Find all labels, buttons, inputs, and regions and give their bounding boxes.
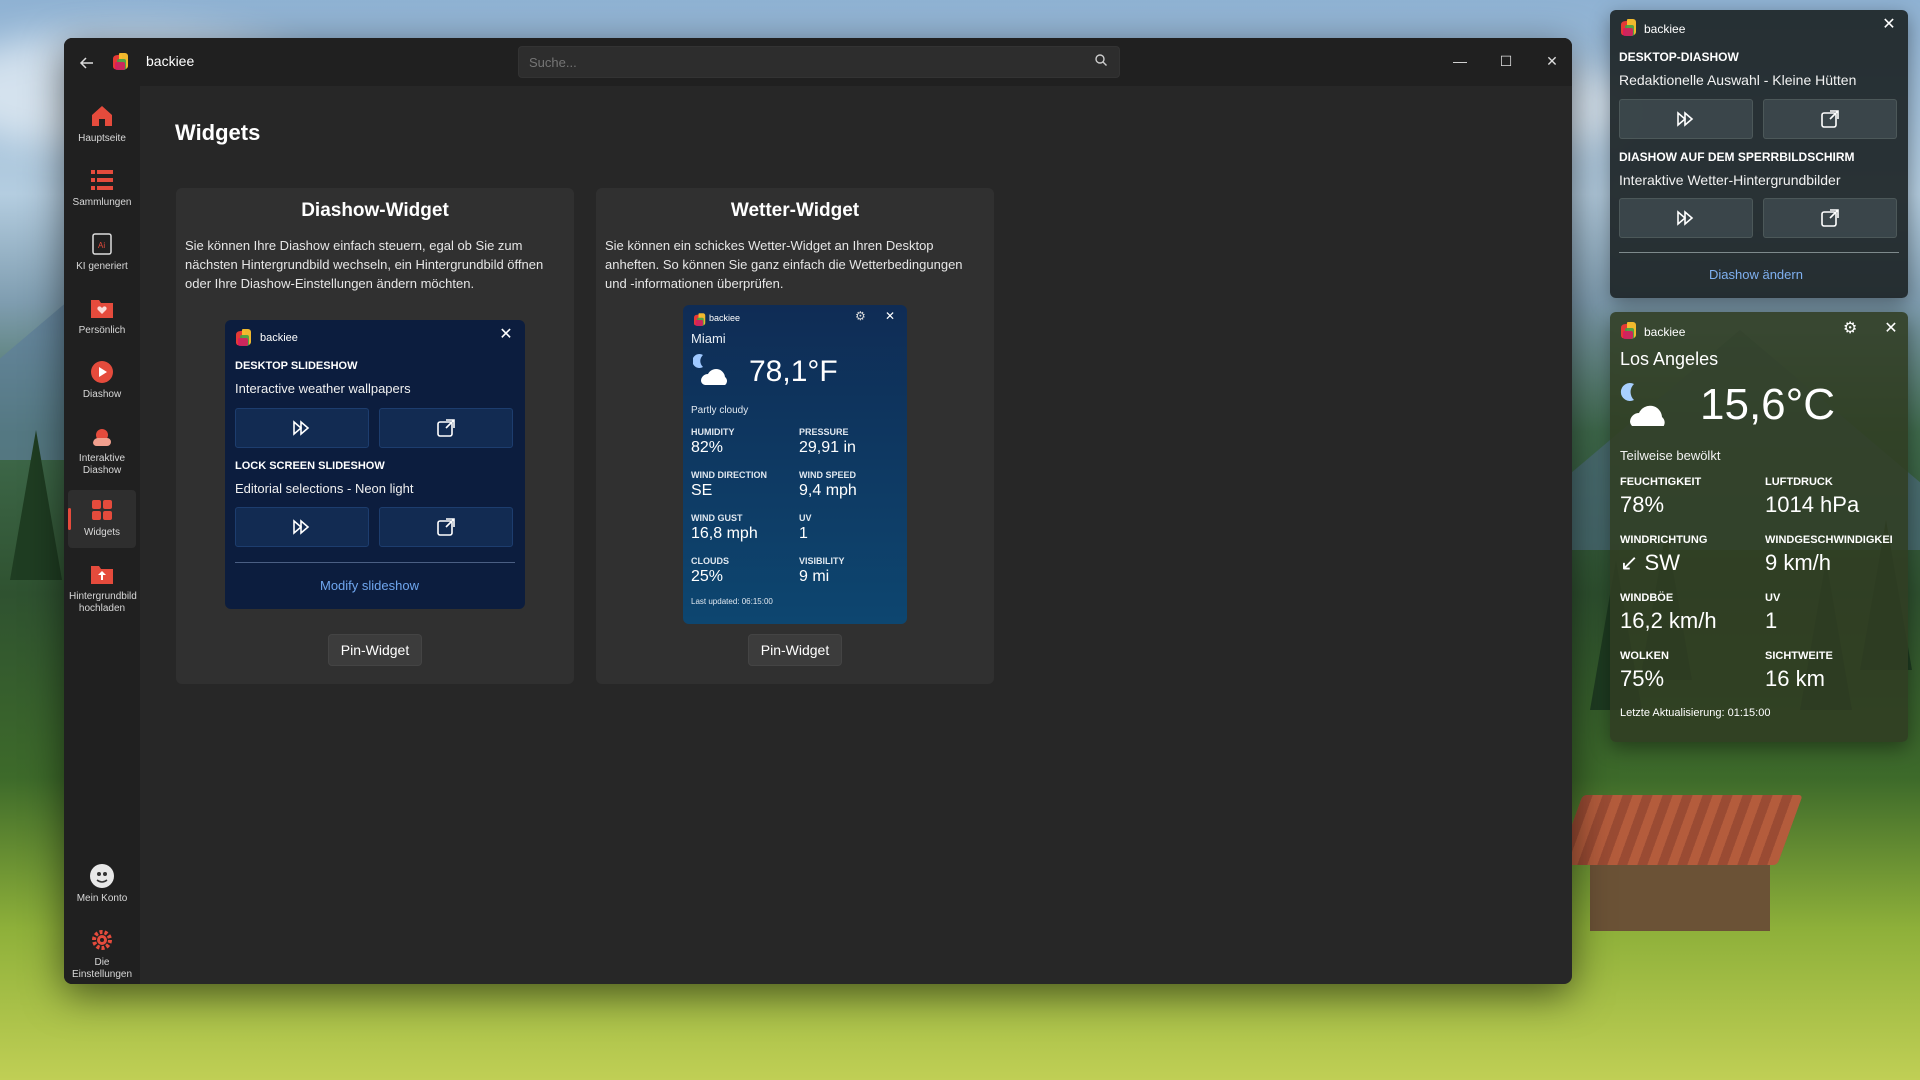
- folder-heart-icon: [88, 294, 116, 322]
- desktop-weather-widget: backiee ⚙ ✕ Los Angeles 15,6°C Teilweise…: [1610, 312, 1908, 742]
- close-icon[interactable]: ✕: [1880, 15, 1898, 33]
- hut-image: [1557, 795, 1803, 935]
- external-link-icon: [437, 518, 455, 536]
- sidebar: Hauptseite Sammlungen Ai KI generiert Pe…: [64, 86, 140, 984]
- divider: [235, 562, 515, 563]
- sidebar-item-collections[interactable]: Sammlungen: [68, 160, 136, 218]
- card-description: Sie können ein schickes Wetter-Widget an…: [605, 238, 963, 291]
- sidebar-item-personal[interactable]: Persönlich: [68, 288, 136, 346]
- pin-slideshow-widget-button[interactable]: Pin-Widget: [328, 634, 422, 666]
- gear-icon[interactable]: ⚙: [1843, 318, 1857, 338]
- partly-cloudy-night-icon: [1620, 382, 1676, 431]
- pin-weather-widget-button[interactable]: Pin-Widget: [748, 634, 842, 666]
- ai-icon: Ai: [88, 230, 116, 258]
- desktop-slideshow-widget: backiee ✕ DESKTOP-DIASHOW Redaktionelle …: [1610, 10, 1908, 298]
- minimize-button[interactable]: —: [1440, 46, 1480, 76]
- avatar-icon: [88, 862, 116, 890]
- weather-icon: [88, 422, 116, 450]
- maximize-button[interactable]: ☐: [1486, 46, 1526, 76]
- fast-forward-icon: [1677, 111, 1694, 127]
- external-link-icon: [1821, 209, 1839, 227]
- backiee-logo-icon: [1620, 322, 1638, 340]
- title-bar: backiee — ☐ ✕: [64, 38, 1572, 86]
- sidebar-item-my-account[interactable]: Mein Konto: [68, 856, 136, 914]
- backiee-logo-icon: [112, 53, 130, 71]
- next-wallpaper-button[interactable]: [235, 408, 369, 448]
- card-title: Diashow-Widget: [301, 200, 449, 221]
- backiee-logo-icon: [235, 329, 253, 347]
- backiee-logo-icon: [693, 313, 707, 327]
- app-window: backiee — ☐ ✕ Hauptseite Sammlungen Ai K…: [64, 38, 1572, 984]
- close-window-button[interactable]: ✕: [1532, 46, 1572, 76]
- weather-widget-card: Wetter-Widget Sie können ein schickes We…: [596, 188, 994, 684]
- sidebar-item-ai-generated[interactable]: Ai KI generiert: [68, 224, 136, 282]
- close-icon[interactable]: ✕: [1882, 319, 1900, 337]
- modify-slideshow-link[interactable]: Modify slideshow: [320, 578, 419, 593]
- close-icon[interactable]: ✕: [497, 325, 515, 343]
- open-wallpaper-button[interactable]: [379, 408, 513, 448]
- partly-cloudy-night-icon: [692, 353, 733, 390]
- search-icon[interactable]: [1094, 53, 1112, 71]
- back-arrow-icon[interactable]: [74, 50, 100, 76]
- gear-icon: [88, 926, 116, 954]
- divider: [1619, 252, 1899, 253]
- search-input[interactable]: [518, 46, 1120, 78]
- fast-forward-icon: [293, 519, 310, 535]
- backiee-logo-icon: [1620, 19, 1638, 37]
- slideshow-widget-card: Diashow-Widget Sie können Ihre Diashow e…: [176, 188, 574, 684]
- card-title: Wetter-Widget: [730, 200, 860, 221]
- close-icon[interactable]: ✕: [881, 307, 899, 325]
- sidebar-item-widgets[interactable]: Widgets: [68, 490, 136, 548]
- upload-icon: [88, 560, 116, 588]
- external-link-icon: [1821, 110, 1839, 128]
- gear-icon[interactable]: ⚙: [855, 309, 866, 323]
- widgets-icon: [88, 496, 116, 524]
- card-description: Sie können Ihre Diashow einfach steuern,…: [185, 238, 544, 291]
- fast-forward-icon: [293, 420, 310, 436]
- sidebar-item-upload-wallpaper[interactable]: Hintergrundbild hochladen: [68, 554, 137, 620]
- next-lockscreen-button[interactable]: [1619, 198, 1753, 238]
- sidebar-item-slideshow[interactable]: Diashow: [68, 352, 136, 410]
- sidebar-item-home[interactable]: Hauptseite: [68, 96, 136, 154]
- next-lockscreen-button[interactable]: [235, 507, 369, 547]
- home-icon: [88, 102, 116, 130]
- next-wallpaper-button[interactable]: [1619, 99, 1753, 139]
- svg-text:Ai: Ai: [98, 241, 105, 250]
- weather-widget-preview: backiee ⚙ ✕ Miami 78,1°F Partly cloudy H…: [683, 305, 907, 624]
- external-link-icon: [437, 419, 455, 437]
- open-lockscreen-button[interactable]: [1763, 198, 1897, 238]
- play-icon: [88, 358, 116, 386]
- sidebar-item-interactive-slideshow[interactable]: Interaktive Diashow: [68, 416, 136, 482]
- change-slideshow-link[interactable]: Diashow ändern: [1709, 267, 1803, 282]
- list-icon: [88, 166, 116, 194]
- page-title: Widgets: [175, 120, 261, 145]
- slideshow-widget-preview: backiee ✕ DESKTOP SLIDESHOW Interactive …: [225, 320, 525, 609]
- sidebar-item-settings[interactable]: Die Einstellungen: [68, 920, 136, 982]
- open-lockscreen-button[interactable]: [379, 507, 513, 547]
- fast-forward-icon: [1677, 210, 1694, 226]
- open-wallpaper-button[interactable]: [1763, 99, 1897, 139]
- app-title: backiee: [146, 53, 195, 69]
